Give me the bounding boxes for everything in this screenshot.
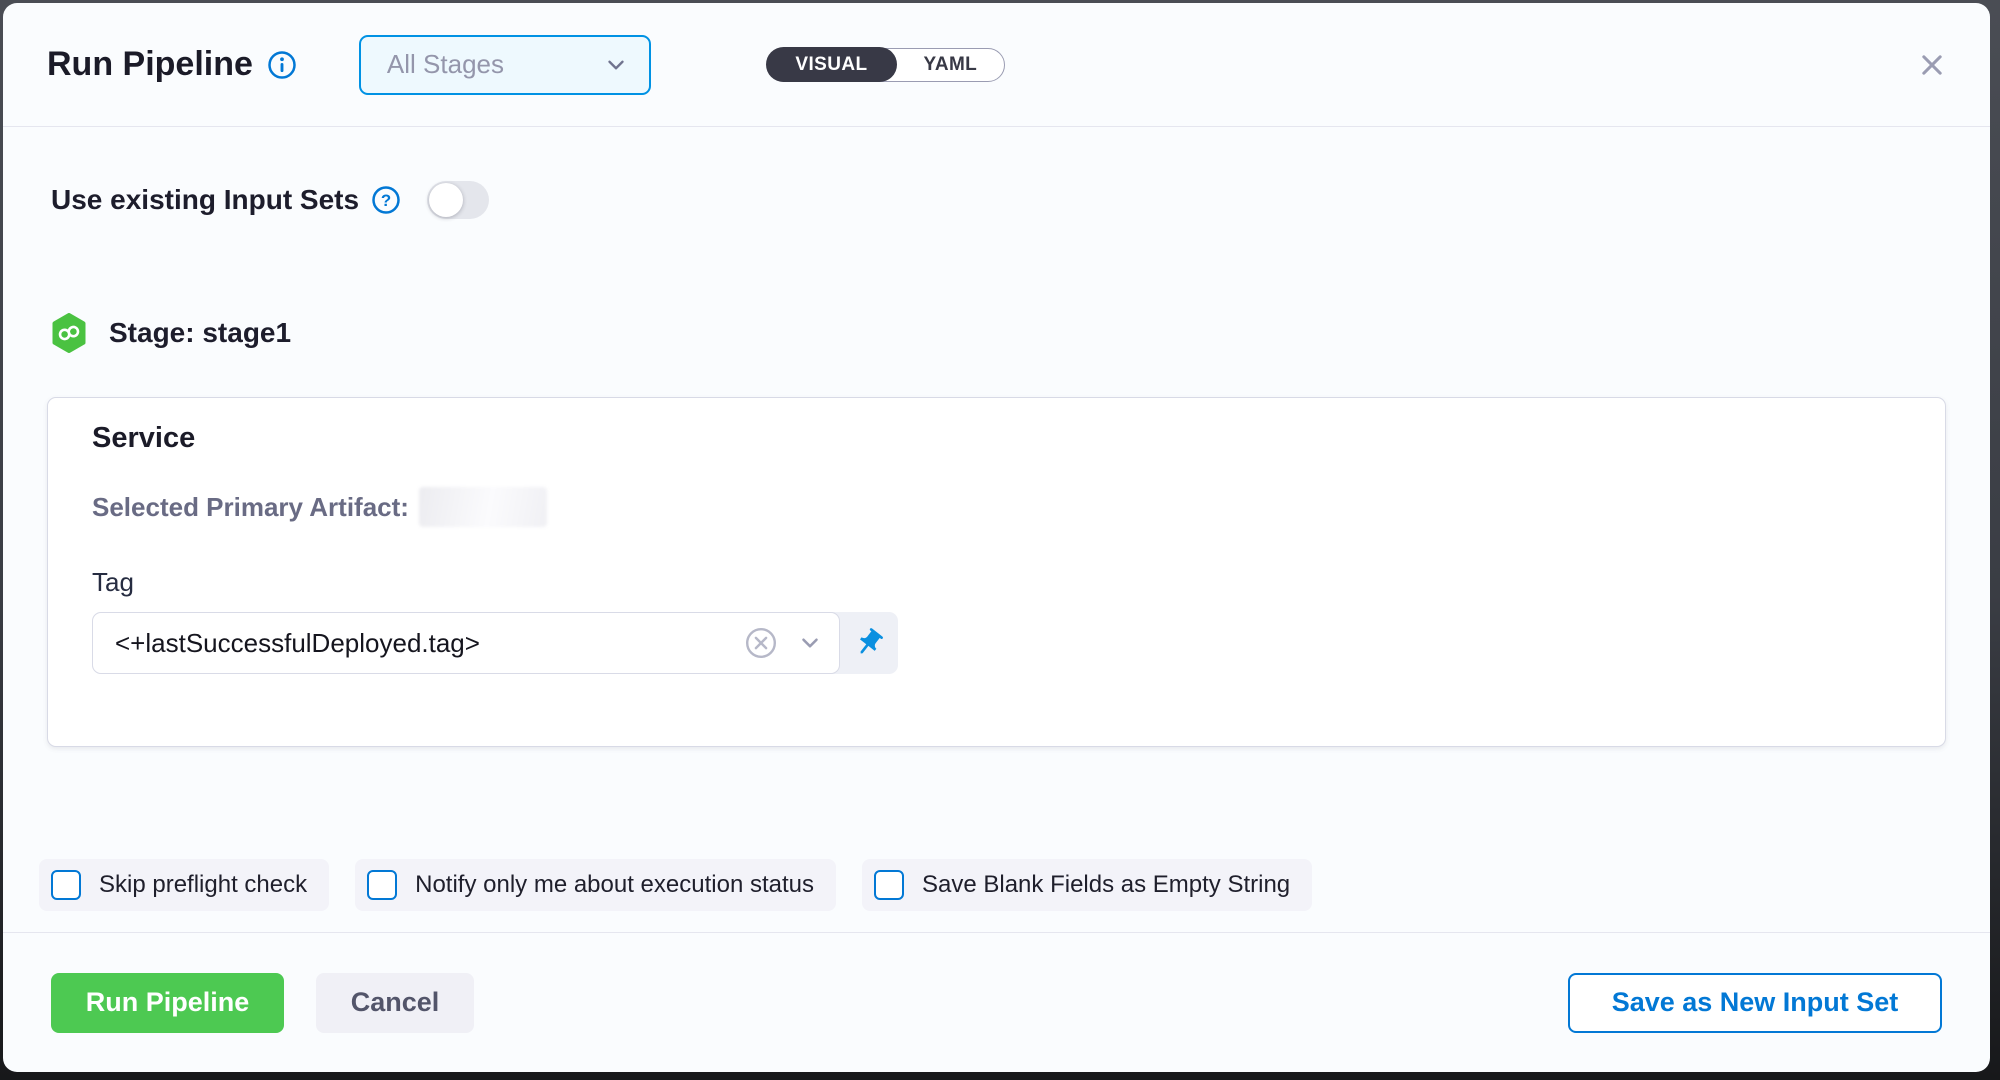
selected-primary-artifact-label: Selected Primary Artifact:: [92, 492, 409, 523]
save-as-new-input-set-button[interactable]: Save as New Input Set: [1568, 973, 1942, 1033]
option-skip-preflight: Skip preflight check: [39, 859, 329, 911]
help-icon[interactable]: ?: [371, 185, 401, 215]
option-notify-only-me: Notify only me about execution status: [355, 859, 836, 911]
view-mode-toggle: VISUAL YAML: [767, 48, 1005, 82]
stage-row: Stage: stage1: [49, 313, 1946, 353]
chevron-down-icon: [603, 52, 629, 78]
tag-input[interactable]: [115, 628, 743, 659]
use-existing-input-sets-label: Use existing Input Sets: [51, 184, 359, 216]
info-icon[interactable]: [267, 50, 297, 80]
clear-icon[interactable]: [743, 625, 779, 661]
modal-footer: Run Pipeline Cancel Save as New Input Se…: [3, 932, 1990, 1072]
tag-input-group: [92, 612, 898, 674]
option-label: Skip preflight check: [99, 871, 307, 899]
option-label: Notify only me about execution status: [415, 871, 814, 899]
option-save-blank-fields: Save Blank Fields as Empty String: [862, 859, 1312, 911]
run-pipeline-modal: Run Pipeline All Stages VISUAL YAML: [3, 3, 1990, 1072]
notify-only-me-checkbox[interactable]: [367, 870, 397, 900]
modal-title: Run Pipeline: [47, 45, 253, 84]
input-sets-toggle[interactable]: [427, 181, 489, 219]
pushpin-icon: [853, 627, 885, 659]
save-blank-fields-checkbox[interactable]: [874, 870, 904, 900]
pin-button[interactable]: [840, 612, 898, 674]
tab-visual[interactable]: VISUAL: [766, 47, 896, 82]
stage-selector-dropdown[interactable]: All Stages: [359, 35, 651, 95]
stage-selector-value: All Stages: [387, 49, 603, 80]
modal-header: Run Pipeline All Stages VISUAL YAML: [3, 3, 1990, 127]
option-label: Save Blank Fields as Empty String: [922, 871, 1290, 899]
artifact-value-redacted: [419, 487, 547, 527]
close-button[interactable]: [1910, 43, 1954, 87]
service-card-title: Service: [92, 422, 1901, 455]
skip-preflight-checkbox[interactable]: [51, 870, 81, 900]
tab-yaml[interactable]: YAML: [897, 49, 1005, 81]
page-backdrop: Run Pipeline All Stages VISUAL YAML: [0, 0, 2000, 1080]
stage-hexagon-icon: [49, 313, 89, 353]
toggle-knob: [429, 183, 463, 217]
tag-input-box: [92, 612, 840, 674]
chevron-down-icon[interactable]: [797, 630, 823, 656]
cancel-button[interactable]: Cancel: [316, 973, 474, 1033]
stage-heading: Stage: stage1: [109, 317, 291, 349]
use-existing-input-sets-row: Use existing Input Sets ?: [51, 181, 1946, 219]
service-card: Service Selected Primary Artifact: Tag: [47, 397, 1946, 747]
execution-options-row: Skip preflight check Notify only me abou…: [39, 859, 1946, 911]
run-pipeline-button[interactable]: Run Pipeline: [51, 973, 284, 1033]
tag-label: Tag: [92, 567, 1901, 598]
selected-primary-artifact-row: Selected Primary Artifact:: [92, 487, 1901, 527]
svg-text:?: ?: [381, 191, 391, 210]
modal-body: Use existing Input Sets ?: [3, 127, 1990, 932]
